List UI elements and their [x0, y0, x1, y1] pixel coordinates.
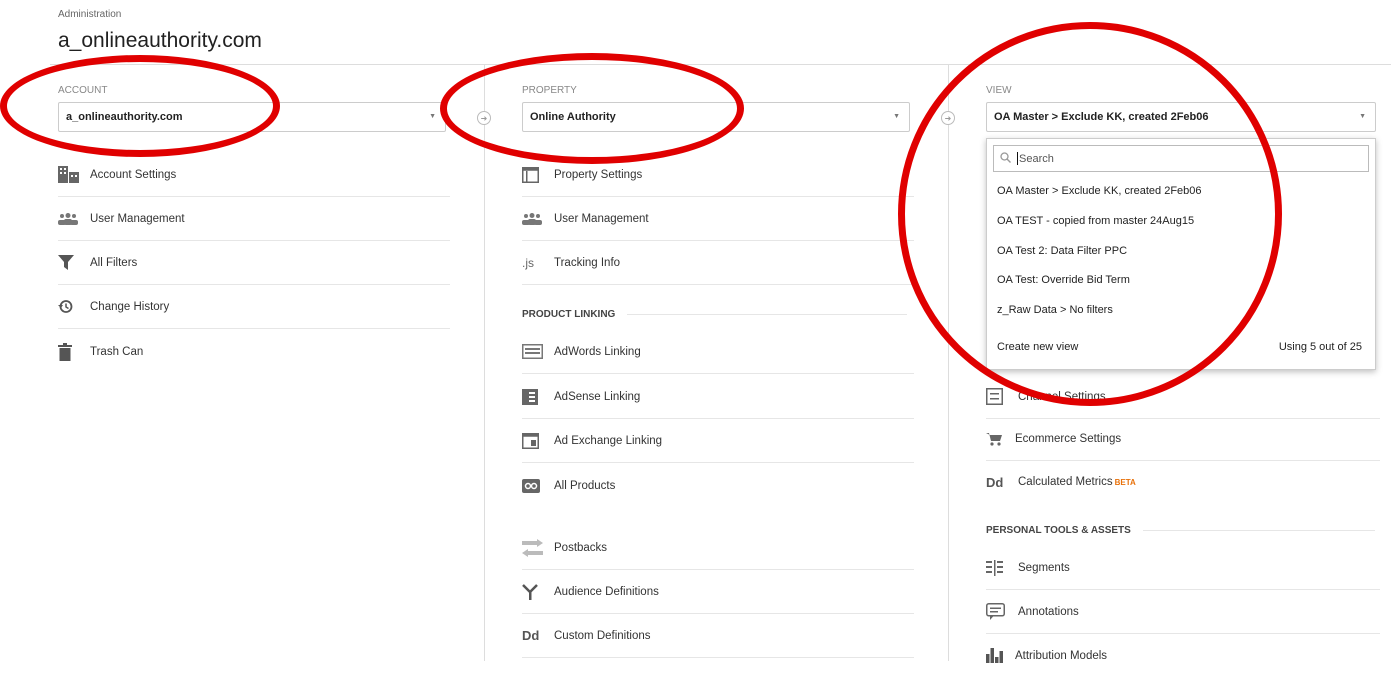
postbacks-link[interactable]: Postbacks: [522, 526, 914, 570]
user-management-label: User Management: [90, 212, 185, 225]
view-search-input[interactable]: Search: [993, 145, 1369, 172]
property-selector[interactable]: Online Authority ▼: [522, 102, 910, 132]
dd-icon: Dd: [522, 628, 540, 643]
chevron-down-icon: ▼: [429, 113, 436, 120]
property-user-management-link[interactable]: User Management: [522, 197, 914, 241]
chevron-down-icon: ▼: [1359, 113, 1366, 120]
custom-definitions-link[interactable]: Dd Custom Definitions: [522, 614, 914, 658]
audience-definitions-label: Audience Definitions: [554, 585, 659, 598]
settings-window-icon: [522, 166, 554, 183]
page-title: a_onlineauthority.com: [58, 29, 262, 52]
ad-exchange-linking-label: Ad Exchange Linking: [554, 434, 663, 447]
history-icon: [58, 299, 90, 314]
text-cursor: [1017, 152, 1018, 165]
users-icon: [522, 212, 554, 225]
change-history-label: Change History: [90, 300, 170, 313]
attribution-icon: [986, 648, 1015, 663]
postbacks-label: Postbacks: [554, 541, 608, 554]
property-settings-link[interactable]: Property Settings: [522, 153, 914, 197]
all-filters-link[interactable]: All Filters: [58, 241, 450, 285]
arrow-right-icon: ➜: [477, 111, 491, 125]
arrow-right-icon: ➜: [941, 111, 955, 125]
account-settings-label: Account Settings: [90, 168, 177, 181]
all-filters-label: All Filters: [90, 256, 138, 269]
search-icon: [1000, 151, 1011, 166]
custom-definitions-label: Custom Definitions: [554, 629, 651, 642]
column-divider-1: [484, 64, 485, 661]
view-option[interactable]: OA TEST - copied from master 24Aug15: [997, 215, 1194, 227]
calculated-metrics-link[interactable]: Dd Calculated Metrics BETA: [986, 460, 1380, 504]
dd-icon: Dd: [986, 474, 1004, 490]
audience-definitions-link[interactable]: Audience Definitions: [522, 570, 914, 614]
js-icon: .js: [522, 255, 534, 270]
search-placeholder-first: S: [1019, 152, 1027, 165]
annotations-label: Annotations: [1018, 605, 1079, 618]
filter-icon: [58, 255, 90, 270]
calculated-metrics-label: Calculated Metrics: [1018, 476, 1113, 488]
trash-can-label: Trash Can: [90, 346, 144, 358]
users-icon: [58, 212, 90, 225]
chevron-down-icon: ▼: [893, 113, 900, 120]
property-label: PROPERTY: [522, 85, 577, 96]
attribution-models-link[interactable]: Attribution Models: [986, 634, 1380, 676]
product-linking-heading: PRODUCT LINKING: [522, 309, 914, 320]
segments-link[interactable]: Segments: [986, 546, 1380, 590]
view-selector[interactable]: OA Master > Exclude KK, created 2Feb06 ▼: [986, 102, 1376, 132]
property-selected: Online Authority: [530, 111, 616, 123]
account-label: ACCOUNT: [58, 85, 108, 96]
adsense-linking-link[interactable]: AdSense Linking: [522, 375, 914, 419]
ad-exchange-linking-link[interactable]: Ad Exchange Linking: [522, 419, 914, 463]
beta-badge: BETA: [1114, 477, 1136, 487]
view-option[interactable]: OA Test 2: Data Filter PPC: [997, 245, 1127, 257]
trash-icon: [58, 343, 90, 361]
search-placeholder-rest: earch: [1026, 152, 1054, 165]
personal-tools-heading: PERSONAL TOOLS & ASSETS: [986, 525, 1380, 536]
audience-icon: [522, 583, 554, 600]
adwords-icon: [522, 344, 554, 359]
annotation-icon: [986, 603, 1018, 620]
view-option[interactable]: OA Test: Override Bid Term: [997, 274, 1130, 286]
tracking-info-label: Tracking Info: [554, 256, 621, 269]
adsense-icon: [522, 388, 554, 405]
segments-label: Segments: [1018, 561, 1070, 574]
view-usage-count: Using 5 out of 25: [1278, 341, 1362, 353]
ecommerce-settings-label: Ecommerce Settings: [1015, 432, 1122, 445]
adwords-linking-label: AdWords Linking: [554, 345, 641, 358]
adwords-linking-link[interactable]: AdWords Linking: [522, 330, 914, 374]
channel-settings-link[interactable]: Channel Settings: [986, 375, 1380, 419]
property-user-management-label: User Management: [554, 212, 649, 225]
view-option[interactable]: OA Master > Exclude KK, created 2Feb06: [997, 185, 1202, 197]
view-dropdown: Search OA Master > Exclude KK, created 2…: [986, 138, 1376, 370]
tracking-info-link[interactable]: .js Tracking Info: [522, 241, 914, 285]
adexchange-icon: [522, 432, 554, 449]
column-divider-2: [948, 64, 949, 661]
building-icon: [58, 166, 90, 183]
all-products-link[interactable]: All Products: [522, 464, 914, 508]
trash-can-link[interactable]: Trash Can: [58, 330, 450, 374]
adsense-linking-label: AdSense Linking: [554, 390, 641, 403]
account-settings-link[interactable]: Account Settings: [58, 153, 450, 197]
ecommerce-settings-link[interactable]: Ecommerce Settings: [986, 417, 1380, 461]
account-selector[interactable]: a_onlineauthority.com ▼: [58, 102, 446, 132]
header-divider: [50, 64, 1391, 65]
change-history-link[interactable]: Change History: [58, 285, 450, 329]
account-user-management-link[interactable]: User Management: [58, 197, 450, 241]
view-option[interactable]: z_Raw Data > No filters: [997, 304, 1113, 316]
view-label: VIEW: [986, 85, 1012, 96]
breadcrumb[interactable]: Administration: [58, 9, 121, 20]
cart-icon: [986, 432, 1015, 446]
view-selected: OA Master > Exclude KK, created 2Feb06: [994, 111, 1209, 123]
property-settings-label: Property Settings: [554, 168, 643, 181]
annotations-link[interactable]: Annotations: [986, 590, 1380, 634]
attribution-models-label: Attribution Models: [1015, 649, 1108, 662]
channel-icon: [986, 388, 1018, 405]
create-new-view-link[interactable]: Create new view: [997, 341, 1078, 353]
channel-settings-label: Channel Settings: [1018, 390, 1106, 403]
account-selected: a_onlineauthority.com: [66, 111, 183, 123]
all-products-label: All Products: [554, 480, 616, 492]
segments-icon: [986, 559, 1018, 576]
postbacks-icon: [522, 538, 554, 557]
link-products-icon: [522, 479, 554, 493]
